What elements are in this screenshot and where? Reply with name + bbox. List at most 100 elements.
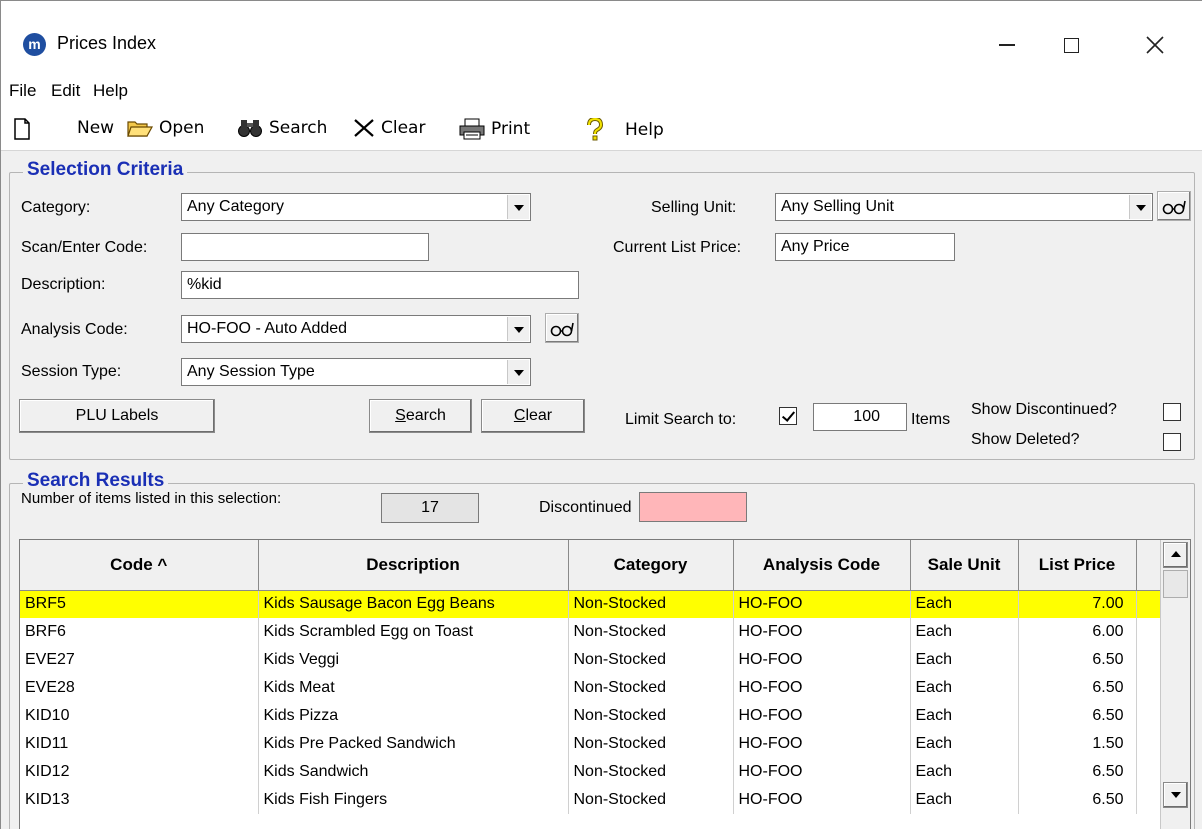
cell-analysis-code: HO-FOO — [733, 786, 911, 814]
search-criteria-button[interactable]: Search — [369, 399, 472, 433]
search-button[interactable]: Search — [237, 118, 327, 138]
new-label-button[interactable]: New — [77, 118, 114, 138]
show-discontinued-label: Show Discontinued? — [971, 401, 1117, 418]
cell-analysis-code: HO-FOO — [733, 730, 911, 758]
menu-edit[interactable]: Edit — [51, 81, 80, 101]
table-row[interactable]: BRF5 Kids Sausage Bacon Egg Beans Non-St… — [20, 590, 1161, 618]
analysis-lookup-button[interactable] — [545, 313, 579, 343]
column-sale-unit[interactable]: Sale Unit — [910, 540, 1019, 591]
selling-unit-select[interactable]: Any Selling Unit — [775, 193, 1153, 221]
column-list-price[interactable]: List Price — [1018, 540, 1137, 591]
cell-sale-unit: Each — [910, 758, 1019, 786]
selling-unit-value: Any Selling Unit — [781, 198, 894, 215]
minimize-button[interactable] — [981, 27, 1033, 61]
cell-list-price: 1.50 — [1018, 730, 1137, 758]
scroll-up-icon[interactable] — [1163, 542, 1188, 568]
cell-category: Non-Stocked — [568, 730, 734, 758]
open-folder-icon — [127, 121, 153, 137]
scan-code-input[interactable] — [181, 233, 429, 261]
menu-help[interactable]: Help — [93, 81, 128, 101]
cell-sale-unit: Each — [910, 674, 1019, 702]
limit-items-input[interactable]: 100 — [813, 403, 907, 431]
discontinued-legend-swatch — [639, 492, 747, 522]
cell-analysis-code: HO-FOO — [733, 590, 911, 618]
cell-category: Non-Stocked — [568, 674, 734, 702]
binoculars-icon — [238, 120, 262, 137]
cell-category: Non-Stocked — [568, 702, 734, 730]
window-title: Prices Index — [57, 33, 157, 53]
column-code[interactable]: Code ^ — [20, 540, 259, 591]
clear-button-text: lear — [525, 407, 553, 424]
cell-sale-unit: Each — [910, 786, 1019, 814]
session-type-label: Session Type: — [21, 363, 122, 380]
open-button[interactable]: Open — [127, 118, 204, 138]
discontinued-legend-label: Discontinued — [539, 499, 632, 516]
table-row[interactable]: BRF6 Kids Scrambled Egg on Toast Non-Sto… — [20, 618, 1161, 646]
column-description[interactable]: Description — [258, 540, 569, 591]
search-mnemonic: S — [395, 407, 406, 424]
search-button-text: earch — [405, 407, 446, 424]
table-row[interactable]: EVE27 Kids Veggi Non-Stocked HO-FOO Each… — [20, 646, 1161, 674]
cell-code: BRF6 — [20, 618, 259, 646]
print-button[interactable]: Print — [459, 118, 530, 140]
search-results-title: Search Results — [23, 470, 169, 492]
items-count-value: 17 — [381, 493, 479, 523]
cell-description: Kids Sausage Bacon Egg Beans — [258, 590, 569, 618]
maximize-button[interactable] — [1045, 27, 1097, 61]
menu-file[interactable]: File — [9, 81, 36, 101]
session-type-select[interactable]: Any Session Type — [181, 358, 531, 386]
help-question-icon — [587, 118, 604, 141]
cell-filler — [1136, 590, 1161, 618]
selling-unit-lookup-button[interactable] — [1157, 191, 1191, 221]
table-row[interactable]: KID11 Kids Pre Packed Sandwich Non-Stock… — [20, 730, 1161, 758]
cell-description: Kids Scrambled Egg on Toast — [258, 618, 569, 646]
table-row[interactable]: EVE28 Kids Meat Non-Stocked HO-FOO Each … — [20, 674, 1161, 702]
clear-button[interactable]: Clear — [353, 118, 425, 138]
clear-criteria-button[interactable]: Clear — [481, 399, 585, 433]
cell-category: Non-Stocked — [568, 646, 734, 674]
list-price-input[interactable]: Any Price — [775, 233, 955, 261]
scrollbar-thumb[interactable] — [1163, 570, 1188, 598]
new-button[interactable] — [13, 118, 37, 140]
cell-sale-unit: Each — [910, 702, 1019, 730]
cell-filler — [1136, 618, 1161, 646]
vertical-scrollbar[interactable] — [1160, 540, 1190, 829]
table-row[interactable]: KID12 Kids Sandwich Non-Stocked HO-FOO E… — [20, 758, 1161, 786]
chevron-down-icon[interactable] — [1129, 195, 1151, 219]
help-button[interactable]: Help — [585, 118, 664, 142]
results-table: Code ^ Description Category Analysis Cod… — [20, 540, 1161, 814]
table-row[interactable]: KID13 Kids Fish Fingers Non-Stocked HO-F… — [20, 786, 1161, 814]
show-discontinued-checkbox[interactable] — [1163, 403, 1181, 421]
maximize-icon — [1063, 37, 1079, 53]
analysis-code-select[interactable]: HO-FOO - Auto Added — [181, 315, 531, 343]
cell-description: Kids Pre Packed Sandwich — [258, 730, 569, 758]
show-deleted-checkbox[interactable] — [1163, 433, 1181, 451]
cell-filler — [1136, 674, 1161, 702]
scan-code-label: Scan/Enter Code: — [21, 239, 148, 256]
cell-code: EVE28 — [20, 674, 259, 702]
cell-list-price: 6.00 — [1018, 618, 1137, 646]
analysis-code-value: HO-FOO - Auto Added — [187, 320, 348, 337]
cell-code: BRF5 — [20, 590, 259, 618]
plu-labels-button[interactable]: PLU Labels — [19, 399, 215, 433]
cell-code: KID10 — [20, 702, 259, 730]
chevron-down-icon[interactable] — [507, 360, 529, 384]
cell-analysis-code: HO-FOO — [733, 702, 911, 730]
cell-filler — [1136, 786, 1161, 814]
cell-filler — [1136, 730, 1161, 758]
category-select[interactable]: Any Category — [181, 193, 531, 221]
column-category[interactable]: Category — [568, 540, 734, 591]
column-analysis-code[interactable]: Analysis Code — [733, 540, 911, 591]
chevron-down-icon[interactable] — [507, 317, 529, 341]
new-label: New — [77, 118, 115, 138]
limit-search-checkbox[interactable] — [779, 407, 797, 425]
items-count-label: Number of items listed in this selection… — [21, 490, 282, 507]
chevron-down-icon[interactable] — [507, 195, 529, 219]
table-row[interactable]: KID10 Kids Pizza Non-Stocked HO-FOO Each… — [20, 702, 1161, 730]
description-input[interactable]: %kid — [181, 271, 579, 299]
close-icon — [1146, 36, 1164, 54]
scroll-down-icon[interactable] — [1163, 782, 1188, 808]
close-button[interactable] — [1129, 27, 1181, 61]
selling-unit-label: Selling Unit: — [651, 199, 737, 216]
cell-list-price: 6.50 — [1018, 786, 1137, 814]
